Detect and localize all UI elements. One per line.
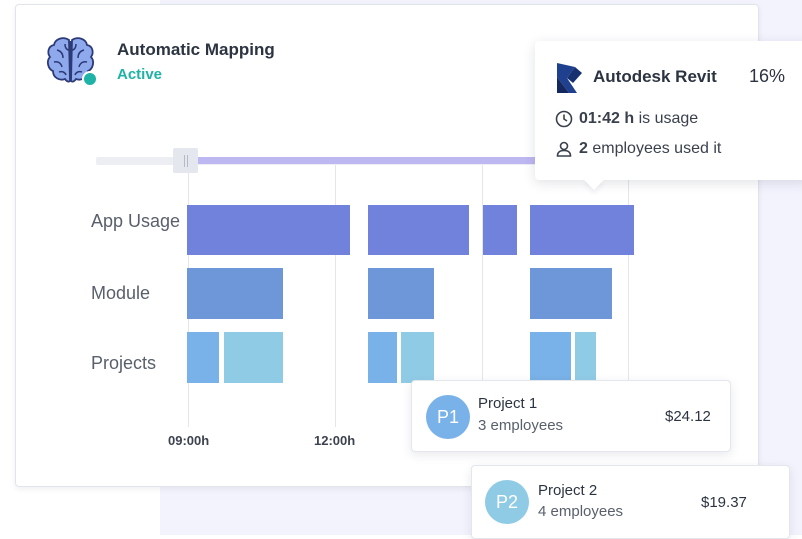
app-usage-bar[interactable]	[483, 205, 517, 255]
project-card-2[interactable]: P2 Project 2 4 employees $19.37	[471, 465, 790, 539]
tooltip-employees-line: 2 employees used it	[555, 140, 721, 158]
row-label-app-usage: App Usage	[91, 211, 181, 231]
project-amount: $19.37	[701, 494, 747, 511]
app-tooltip: Autodesk Revit 16% 01:42 h is usage 2 em…	[535, 41, 802, 190]
row-label-projects: Projects	[91, 353, 157, 373]
project-card-1[interactable]: P1 Project 1 3 employees $24.12	[411, 380, 731, 452]
app-usage-bar[interactable]	[530, 205, 634, 255]
tooltip-employee-count: 2	[579, 140, 588, 157]
tooltip-duration-suffix: is usage	[638, 110, 699, 127]
status-label: Active	[117, 66, 163, 83]
app-usage-bar[interactable]	[187, 205, 350, 255]
brain-icon	[46, 37, 97, 86]
app-usage-bar[interactable]	[368, 205, 469, 255]
projects-bar[interactable]	[401, 332, 434, 383]
tooltip-duration: 01:42 h	[579, 110, 635, 127]
project-name: Project 2	[538, 482, 598, 499]
clock-icon	[555, 110, 573, 128]
project-badge: P2	[485, 480, 529, 524]
row-label-module: Module	[91, 283, 151, 303]
projects-bar[interactable]	[530, 332, 571, 383]
tooltip-employees-suffix: employees used it	[592, 140, 722, 157]
projects-bar[interactable]	[575, 332, 596, 383]
projects-bar[interactable]	[224, 332, 283, 383]
module-bar[interactable]	[530, 268, 612, 319]
projects-bar[interactable]	[368, 332, 397, 383]
status-dot	[82, 71, 97, 86]
page-title: Automatic Mapping	[117, 40, 275, 59]
time-tick: 09:00h	[168, 433, 210, 448]
time-tick: 12:00h	[314, 433, 356, 448]
project-employees: 4 employees	[538, 503, 624, 520]
tooltip-app-name: Autodesk Revit	[593, 67, 717, 86]
revit-logo-icon	[557, 63, 582, 93]
tooltip-percent: 16%	[749, 66, 786, 86]
timeline-handle[interactable]	[173, 148, 198, 173]
module-bar[interactable]	[187, 268, 283, 319]
person-icon	[556, 141, 572, 157]
tooltip-usage-line: 01:42 h is usage	[555, 110, 698, 128]
project-employees: 3 employees	[478, 417, 564, 434]
projects-bar[interactable]	[187, 332, 219, 383]
project-badge: P1	[426, 395, 470, 439]
module-bar[interactable]	[368, 268, 434, 319]
project-amount: $24.12	[665, 408, 711, 425]
project-name: Project 1	[478, 395, 538, 412]
